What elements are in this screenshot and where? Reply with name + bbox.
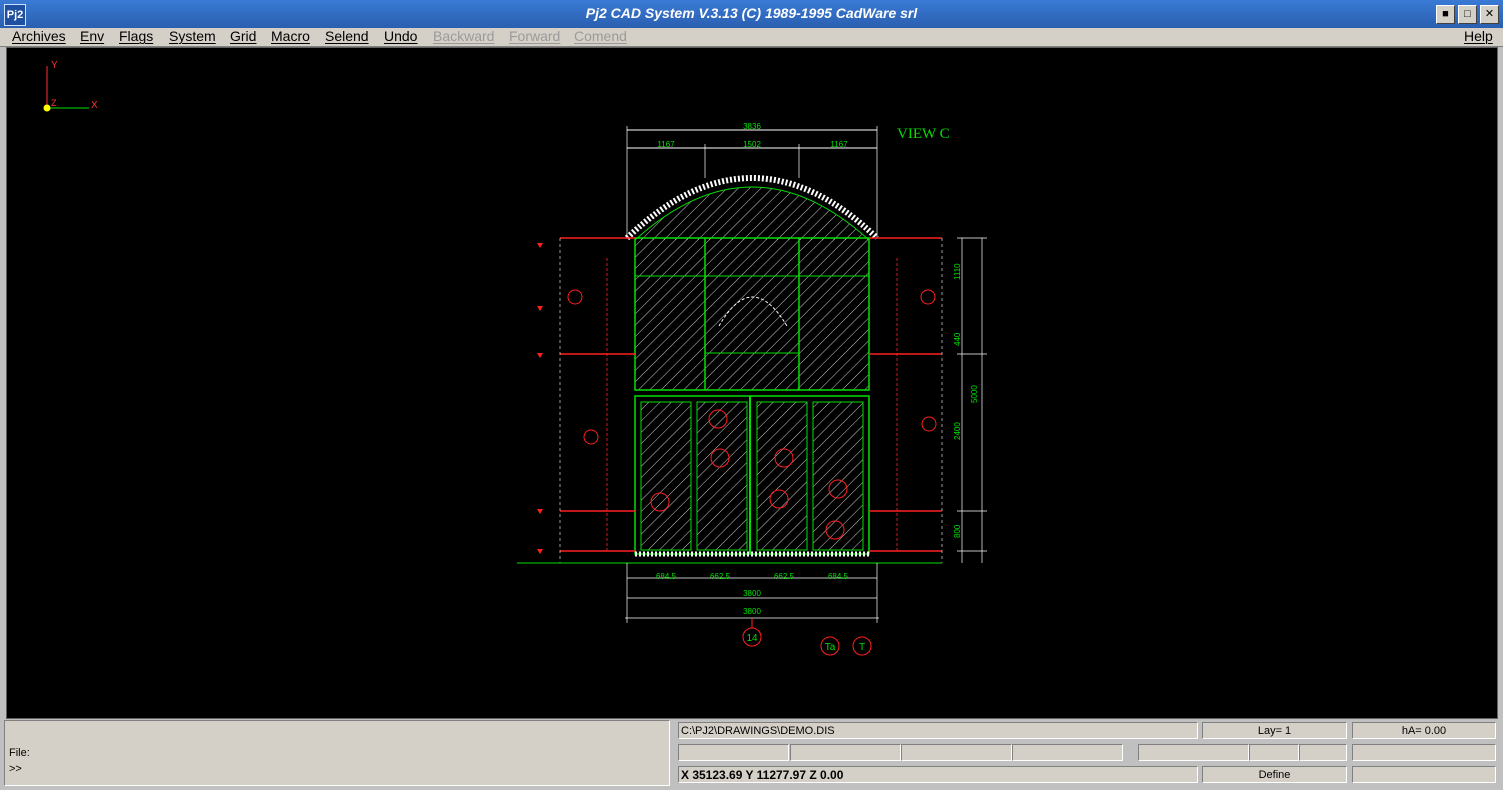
dim-top-mid: 1502: [743, 140, 761, 149]
window-title: Pj2 CAD System V.3.13 (C) 1989-1995 CadW…: [585, 5, 918, 21]
dim-bottom-1: 684.5: [656, 572, 677, 581]
dim-right-a: 1110: [953, 263, 962, 280]
drawing-canvas[interactable]: Y X Z 3836 1167 1502 1167 VIEW C 5000 11…: [6, 47, 1498, 719]
menu-selend[interactable]: Selend: [325, 28, 369, 46]
menu-help[interactable]: Help: [1464, 28, 1493, 46]
menu-macro[interactable]: Macro: [271, 28, 310, 46]
mode-field[interactable]: Define: [1202, 766, 1347, 783]
status-slot-9: [1352, 766, 1496, 783]
elevation-drawing: 3836 1167 1502 1167 VIEW C 5000 1110 440…: [517, 122, 987, 656]
status-slot-5: [1138, 744, 1249, 761]
ha-field[interactable]: hA= 0.00: [1352, 722, 1496, 739]
axis-y-label: Y: [51, 60, 58, 71]
status-slot-2: [790, 744, 901, 761]
view-label: VIEW C: [897, 126, 950, 142]
filepath-field: C:\PJ2\DRAWINGS\DEMO.DIS: [678, 722, 1198, 739]
axis-indicator: Y X Z: [43, 60, 98, 112]
status-slot-8: [1352, 744, 1496, 761]
dim-right-total: 5000: [970, 385, 979, 403]
menu-comend[interactable]: Comend: [574, 28, 627, 46]
status-slot-3: [901, 744, 1012, 761]
dim-top-total: 3836: [743, 122, 761, 131]
cad-drawing: Y X Z 3836 1167 1502 1167 VIEW C 5000 11…: [43, 60, 987, 656]
dim-bottom-4: 684.5: [828, 572, 849, 581]
status-slot-4: [1012, 744, 1123, 761]
status-slot-7: [1299, 744, 1347, 761]
dim-right-c: 2400: [953, 422, 962, 440]
menu-bar: Archives Env Flags System Grid Macro Sel…: [0, 28, 1503, 47]
dim-top-right: 1167: [830, 140, 848, 149]
maximize-icon[interactable]: □: [1458, 5, 1477, 24]
menu-undo[interactable]: Undo: [384, 28, 417, 46]
bubble-main: 14: [746, 633, 758, 644]
file-label: File:: [9, 747, 30, 759]
coords-readout: X 35123.69 Y 11277.97 Z 0.00: [678, 766, 1198, 783]
bubble-ta: Ta: [825, 642, 836, 653]
close-icon[interactable]: ✕: [1480, 5, 1499, 24]
dim-right-d: 800: [953, 524, 962, 538]
command-panel[interactable]: File: >>: [4, 720, 670, 786]
axis-z-label: Z: [51, 98, 57, 108]
menu-forward[interactable]: Forward: [509, 28, 560, 46]
dim-bottom-inner: 3800: [743, 589, 761, 598]
status-slot-1: [678, 744, 789, 761]
menu-grid[interactable]: Grid: [230, 28, 256, 46]
menu-system[interactable]: System: [169, 28, 216, 46]
command-prompt[interactable]: >>: [9, 763, 22, 775]
menu-flags[interactable]: Flags: [119, 28, 153, 46]
dim-bottom-outer: 3800: [743, 607, 761, 616]
menu-archives[interactable]: Archives: [12, 28, 66, 46]
layer-field[interactable]: Lay= 1: [1202, 722, 1347, 739]
axis-x-label: X: [91, 100, 98, 111]
menu-backward[interactable]: Backward: [433, 28, 494, 46]
dim-bottom-2: 662.5: [710, 572, 731, 581]
minimize-icon[interactable]: ■: [1436, 5, 1455, 24]
title-bar[interactable]: Pj2 Pj2 CAD System V.3.13 (C) 1989-1995 …: [0, 0, 1503, 28]
dim-bottom-3: 662.5: [774, 572, 795, 581]
status-slot-6: [1249, 744, 1299, 761]
bubble-t: T: [859, 642, 865, 653]
dim-right-b: 440: [953, 332, 962, 346]
dim-top-left: 1167: [657, 140, 675, 149]
menu-env[interactable]: Env: [80, 28, 104, 46]
